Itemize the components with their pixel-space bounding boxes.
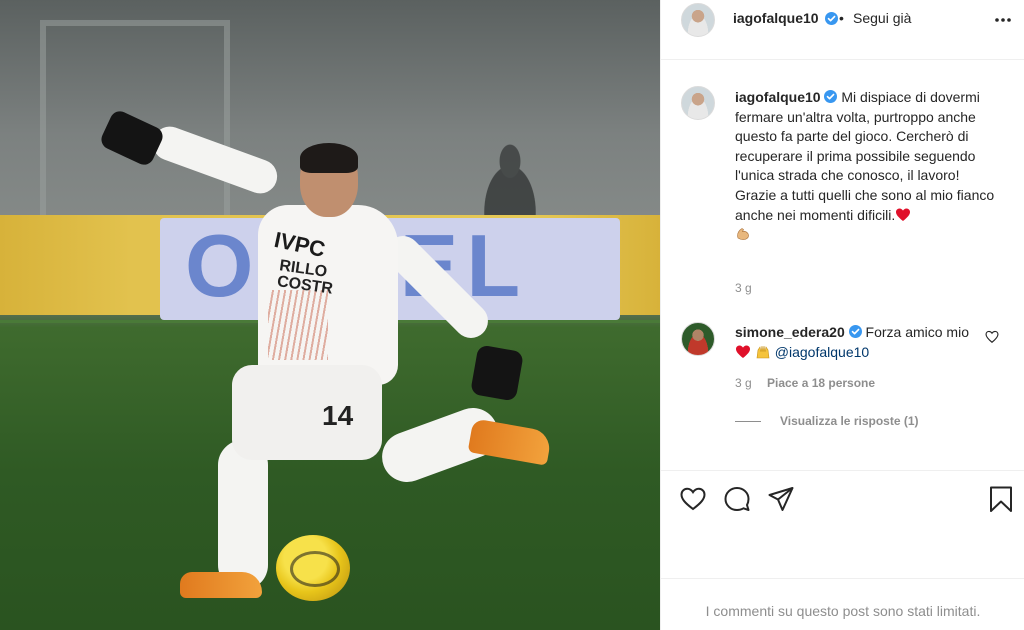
comment-item: simone_edera20 Forza amico mio @iagofalq… xyxy=(735,322,975,362)
view-replies-button[interactable]: Visualizza le risposte (1) xyxy=(780,414,919,428)
verified-badge-icon xyxy=(824,90,838,103)
post-header: iagofalque10 • Segui già xyxy=(661,0,1024,60)
caption-username[interactable]: iagofalque10 xyxy=(735,89,821,105)
comment-username[interactable]: simone_edera20 xyxy=(735,324,845,340)
comments-limited-footer: I commenti su questo post sono stati lim… xyxy=(661,578,1024,630)
player-hair xyxy=(300,143,358,173)
verified-badge-icon xyxy=(825,12,838,25)
player-standing-leg xyxy=(218,440,268,590)
caption-avatar[interactable] xyxy=(681,86,715,120)
post-photo[interactable]: OLGEL IVPC RILLO COSTR 14 xyxy=(0,0,660,630)
comment-time[interactable]: 3 g xyxy=(735,376,752,390)
comment-mention-link[interactable]: @iagofalque10 xyxy=(775,344,869,360)
flexed-biceps-emoji xyxy=(737,228,749,241)
comment-text: Forza amico mio xyxy=(865,324,969,340)
instagram-post: OLGEL IVPC RILLO COSTR 14 xyxy=(0,0,1024,630)
following-button[interactable]: Segui già xyxy=(853,10,911,26)
caption-text: Mi dispiace di dovermi fermare un'altra … xyxy=(735,89,995,223)
more-horizontal-icon[interactable] xyxy=(993,12,1013,28)
player-left-glove xyxy=(98,108,166,168)
post-caption: iagofalque10 Mi dispiace di dovermi ferm… xyxy=(735,88,1005,245)
bookmark-icon[interactable] xyxy=(987,485,1015,513)
player-right-boot xyxy=(467,418,553,466)
commenter-avatar[interactable] xyxy=(681,322,715,356)
shirt-stripes xyxy=(268,290,328,360)
red-heart-emoji xyxy=(736,345,750,358)
comments-limited-text: I commenti su questo post sono stati lim… xyxy=(705,603,981,619)
player-right-glove xyxy=(470,344,524,402)
comment-likes[interactable]: Piace a 18 persone xyxy=(767,376,875,390)
verified-badge-icon xyxy=(848,325,862,338)
author-avatar[interactable] xyxy=(681,3,715,37)
heart-icon[interactable] xyxy=(679,485,707,513)
share-icon[interactable] xyxy=(767,485,795,513)
header-separator: • xyxy=(839,10,844,26)
header-username[interactable]: iagofalque10 xyxy=(733,10,819,26)
comment-icon[interactable] xyxy=(723,485,751,513)
player-shorts xyxy=(232,365,382,460)
post-actions-bar xyxy=(661,470,1024,530)
player-left-boot xyxy=(180,572,262,598)
post-side-panel: iagofalque10 • Segui già iagofalque10 Mi… xyxy=(660,0,1024,630)
football-player: IVPC RILLO COSTR 14 xyxy=(0,0,660,630)
football xyxy=(276,535,350,601)
red-heart-emoji xyxy=(896,208,911,221)
raising-hands-emoji xyxy=(756,345,770,359)
caption-time[interactable]: 3 g xyxy=(735,281,752,295)
shirt-number: 14 xyxy=(322,400,354,431)
comment-like-heart-icon[interactable] xyxy=(985,330,999,344)
player-left-arm xyxy=(148,121,282,199)
replies-divider xyxy=(735,421,761,422)
